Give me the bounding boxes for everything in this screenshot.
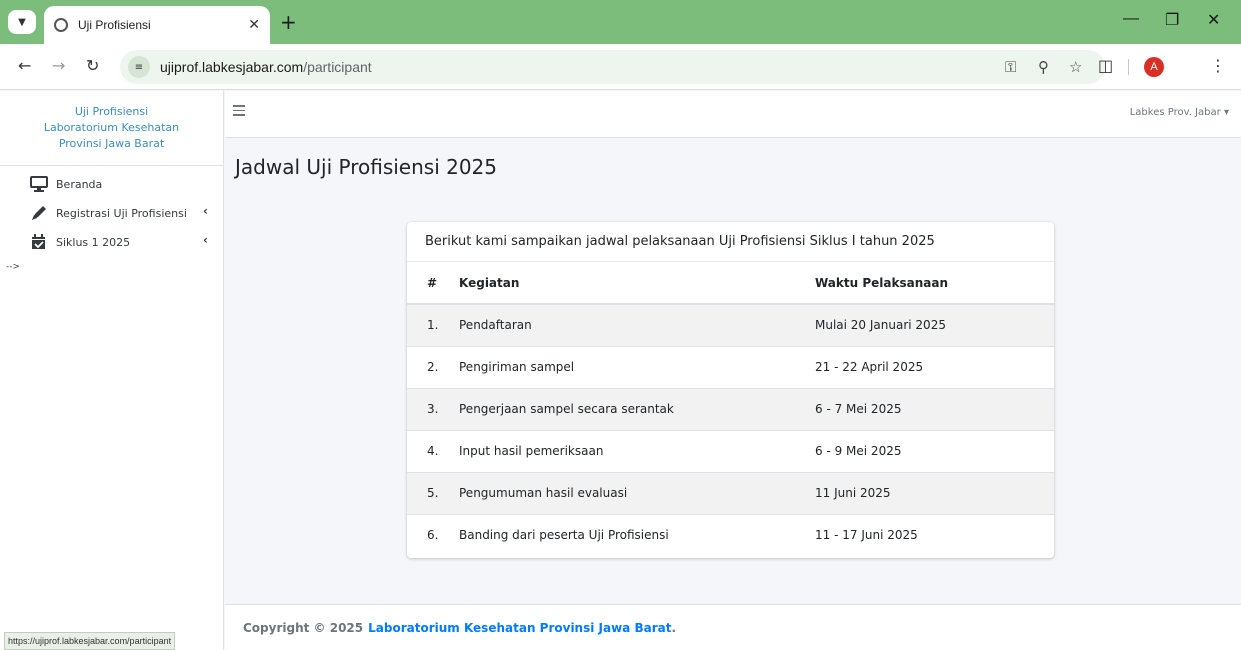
stray-comment-text: --> — [6, 262, 21, 272]
row-number: 5. — [407, 471, 459, 514]
bookmark-star-icon[interactable]: ☆ — [1069, 58, 1082, 76]
top-navbar: Labkes Prov. Jabar ▾ — [225, 91, 1241, 138]
caret-down-icon: ▾ — [1223, 107, 1229, 118]
url-path: /participant — [303, 59, 372, 75]
globe-icon — [54, 18, 68, 32]
chevron-left-icon: ‹ — [203, 233, 208, 247]
table-row: 4. Input hasil pemeriksaan 6 - 9 Mei 202… — [407, 429, 1054, 472]
row-number: 3. — [407, 387, 459, 430]
row-number: 4. — [407, 429, 459, 472]
row-kegiatan: Pengiriman sampel — [459, 345, 815, 388]
url-host: ujiprof.labkesjabar.com — [160, 59, 304, 75]
brand-text: Uji Profisiensi Laboratorium Kesehatan P… — [43, 105, 180, 150]
browser-tab[interactable]: Uji Profisiensi ✕ — [44, 6, 270, 44]
back-button[interactable]: ← — [18, 56, 31, 75]
schedule-card: Berikut kami sampaikan jadwal pelaksanaa… — [407, 222, 1054, 558]
footer-suffix: . — [671, 620, 677, 635]
sidebar-item-siklus[interactable]: Siklus 1 2025 ‹ — [0, 228, 223, 257]
row-kegiatan: Pengerjaan sampel secara serantak — [459, 387, 815, 430]
footer: Copyright © 2025 Laboratorium Kesehatan … — [225, 604, 1241, 650]
more-menu-icon[interactable]: ⋮ — [1210, 56, 1226, 75]
table-row: 5. Pengumuman hasil evaluasi 11 Juni 202… — [407, 471, 1054, 514]
footer-link[interactable]: Laboratorium Kesehatan Provinsi Jawa Bar… — [368, 621, 671, 635]
sidebar: Uji Profisiensi Laboratorium Kesehatan P… — [0, 91, 224, 650]
sidebar-item-registrasi[interactable]: Registrasi Uji Profisiensi ‹ — [0, 199, 223, 228]
sidebar-item-label: Registrasi Uji Profisiensi — [56, 207, 187, 220]
close-window-button[interactable]: ✕ — [1207, 10, 1220, 30]
table-row: 1. Pendaftaran Mulai 20 Januari 2025 — [407, 303, 1054, 346]
status-bar-url: https://ujiprof.labkesjabar.com/particip… — [4, 632, 176, 650]
hamburger-menu-icon[interactable] — [233, 105, 245, 117]
schedule-table: # Kegiatan Waktu Pelaksanaan 1. Pendafta… — [407, 262, 1054, 556]
card-header: Berikut kami sampaikan jadwal pelaksanaa… — [407, 222, 1054, 262]
col-waktu: Waktu Pelaksanaan — [815, 262, 1054, 305]
page-title: Jadwal Uji Profisiensi 2025 — [235, 155, 498, 179]
col-kegiatan: Kegiatan — [459, 262, 815, 305]
row-waktu: 6 - 7 Mei 2025 — [815, 387, 1054, 430]
minimize-button[interactable]: — — [1123, 10, 1139, 28]
table-row: 2. Pengiriman sampel 21 - 22 April 2025 — [407, 345, 1054, 388]
row-waktu: Mulai 20 Januari 2025 — [815, 303, 1054, 346]
table-header-row: # Kegiatan Waktu Pelaksanaan — [407, 262, 1054, 305]
calendar-check-icon — [32, 234, 45, 249]
row-number: 1. — [407, 303, 459, 346]
table-row: 6. Banding dari peserta Uji Profisiensi … — [407, 513, 1054, 556]
brand-link[interactable]: Uji Profisiensi Laboratorium Kesehatan P… — [0, 91, 223, 166]
row-waktu: 11 - 17 Juni 2025 — [815, 513, 1054, 556]
zoom-icon[interactable]: ⚲ — [1038, 58, 1049, 76]
reload-button[interactable]: ↻ — [86, 56, 99, 75]
sidebar-item-label: Beranda — [56, 178, 103, 191]
row-waktu: 21 - 22 April 2025 — [815, 345, 1054, 388]
forward-button[interactable]: → — [52, 56, 65, 75]
site-info-icon[interactable]: ≡ — [128, 56, 150, 78]
row-kegiatan: Banding dari peserta Uji Profisiensi — [459, 513, 815, 556]
table-row: 3. Pengerjaan sampel secara serantak 6 -… — [407, 387, 1054, 430]
chevron-down-icon: ▼ — [18, 16, 26, 28]
monitor-icon — [30, 176, 48, 192]
row-waktu: 11 Juni 2025 — [815, 471, 1054, 514]
row-waktu: 6 - 9 Mei 2025 — [815, 429, 1054, 472]
toolbar-divider — [1128, 59, 1129, 75]
tab-search-button[interactable]: ▼ — [8, 10, 36, 34]
row-kegiatan: Input hasil pemeriksaan — [459, 429, 815, 472]
profile-avatar[interactable]: A — [1144, 57, 1164, 77]
user-name: Labkes Prov. Jabar — [1129, 107, 1221, 118]
restore-button[interactable]: ❐ — [1165, 10, 1179, 30]
pen-icon — [32, 206, 46, 220]
col-number: # — [407, 262, 459, 305]
close-tab-icon[interactable]: ✕ — [248, 17, 260, 33]
user-dropdown[interactable]: Labkes Prov. Jabar ▾ — [1130, 107, 1229, 118]
chevron-left-icon: ‹ — [203, 204, 208, 218]
sidebar-item-label: Siklus 1 2025 — [56, 236, 131, 249]
copyright-text: Copyright © 2025 — [243, 620, 364, 635]
row-kegiatan: Pengumuman hasil evaluasi — [459, 471, 815, 514]
password-key-icon[interactable]: ⚿ — [1005, 58, 1016, 76]
row-number: 2. — [407, 345, 459, 388]
browser-tabbar: ▼ Uji Profisiensi ✕ + — ❐ ✕ — [0, 0, 1241, 44]
extensions-icon[interactable]: ◫ — [1098, 56, 1113, 75]
row-kegiatan: Pendaftaran — [459, 303, 815, 346]
browser-toolbar: ← → ↻ ≡ ujiprof.labkesjabar.com/particip… — [0, 44, 1241, 90]
row-number: 6. — [407, 513, 459, 556]
address-bar[interactable]: ≡ ujiprof.labkesjabar.com/participant ⚿ … — [120, 50, 1105, 84]
tab-title: Uji Profisiensi — [78, 18, 151, 32]
sidebar-item-beranda[interactable]: Beranda — [0, 170, 223, 199]
new-tab-button[interactable]: + — [280, 10, 297, 34]
